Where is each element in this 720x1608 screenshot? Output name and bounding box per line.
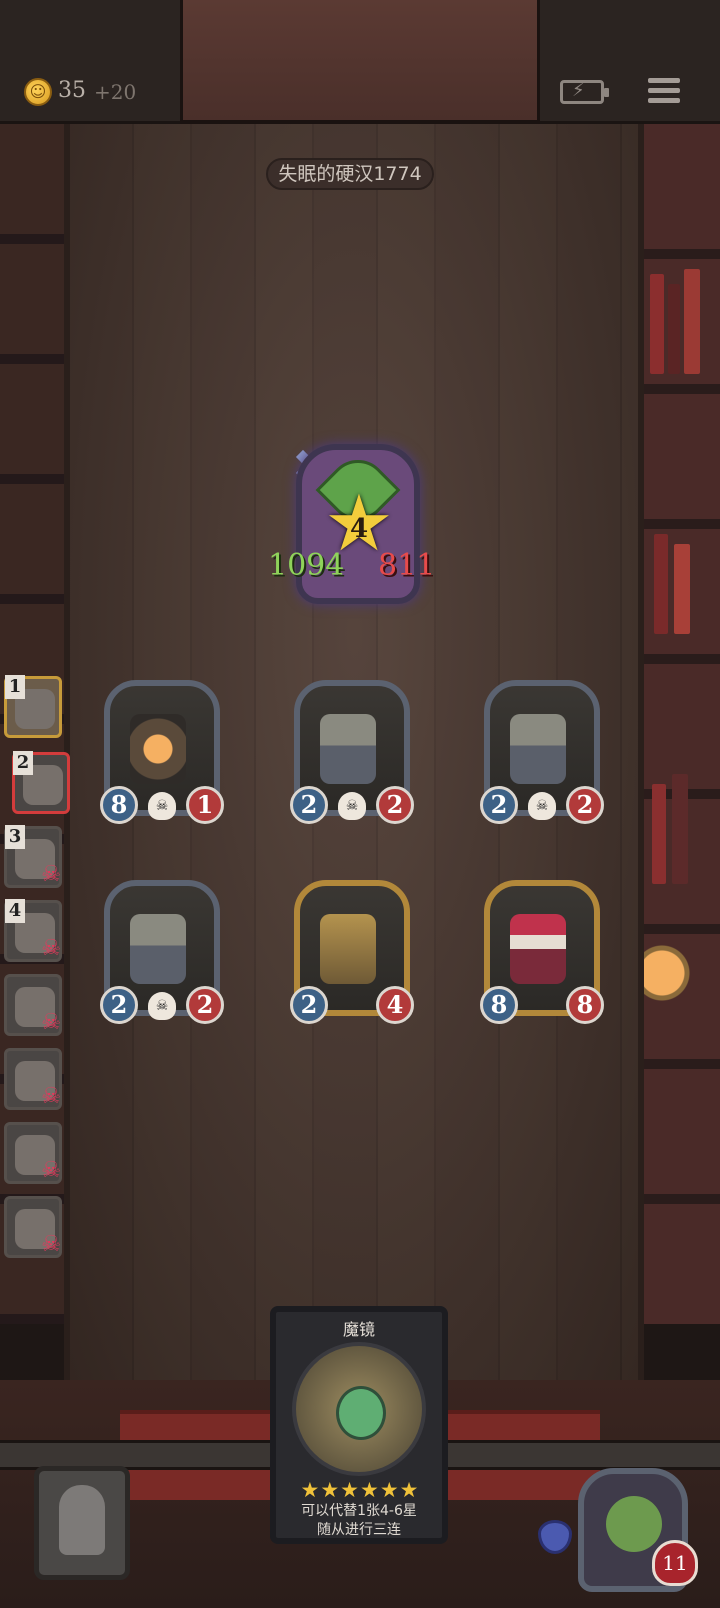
rank-number: 4 (5, 899, 25, 923)
coin-count: 35 (58, 78, 86, 103)
rank-number: 3 (5, 825, 25, 849)
rank-slot-3[interactable]: 3 ☠ (4, 825, 62, 888)
rank-slot-6[interactable]: ☠ (4, 1048, 62, 1110)
skull-icon: ☠ (41, 1010, 61, 1035)
minion-bell-robot[interactable]: 2 ☠ 2 (290, 680, 414, 830)
jester-icon (510, 914, 566, 984)
opponent-name: 失眠的硬汉1774 (266, 158, 434, 190)
minion-bell-robot[interactable]: 2 ☠ 2 (480, 680, 604, 830)
rank-number: 1 (5, 675, 25, 699)
coin-icon: ☺ (24, 78, 52, 106)
helmet-button[interactable] (34, 1466, 130, 1580)
minion-attack: 8 (480, 986, 518, 1024)
minion-attack: 2 (100, 986, 138, 1024)
minion-health: 8 (566, 986, 604, 1024)
rank-slot-4[interactable]: 4 ☠ (4, 899, 62, 962)
magic-mirror-card[interactable]: 魔镜 ★★★★★★ 可以代替1张4-6星 随从进行三连 (270, 1306, 448, 1544)
rank-slot-8[interactable]: ☠ (4, 1196, 62, 1258)
rank-slot-2[interactable]: 2 (12, 751, 70, 814)
skull-icon: ☠ (41, 1232, 61, 1257)
rank-slot-1[interactable]: 1 (4, 675, 62, 738)
player-avatar (606, 1496, 662, 1552)
card-description: 可以代替1张4-6星 随从进行三连 (280, 1502, 438, 1540)
card-desc-line-2: 随从进行三连 (317, 1522, 401, 1538)
skull-icon: ☠ (41, 936, 61, 961)
card-art (292, 1342, 426, 1476)
card-title: 魔镜 (342, 1320, 375, 1339)
hero-health: 811 (378, 548, 436, 583)
minion-attack: 8 (100, 786, 138, 824)
skull-icon: ☠ (41, 1158, 61, 1183)
card-stars: ★★★★★★ (300, 1478, 420, 1502)
skull-icon: ☠ (148, 792, 176, 820)
minion-bell-robot[interactable]: 2 ☠ 2 (100, 880, 224, 1030)
hero-attack: 1094 (268, 548, 345, 583)
top-notch (180, 0, 540, 124)
minion-health: 2 (566, 786, 604, 824)
battery-icon: ⚡ (560, 80, 609, 104)
player-health: 11 (652, 1540, 698, 1586)
minion-health: 4 (376, 986, 414, 1024)
helmet-icon (59, 1485, 105, 1555)
robot-icon (510, 714, 566, 784)
rank-slot-7[interactable]: ☠ (4, 1122, 62, 1184)
robot-icon (130, 914, 186, 984)
skull-icon: ☠ (148, 992, 176, 1020)
skull-icon: ☠ (338, 792, 366, 820)
coin-income: +20 (94, 80, 137, 104)
rank-slot-5[interactable]: ☠ (4, 974, 62, 1036)
hero-level: 4 (350, 514, 369, 544)
menu-icon[interactable] (648, 78, 680, 106)
minion-lantern[interactable]: 8 ☠ 1 (100, 680, 224, 830)
minion-antenna-robot[interactable]: 2 4 (290, 880, 414, 1030)
skull-icon: ☠ (41, 1084, 61, 1109)
minion-attack: 2 (290, 986, 328, 1024)
mirror-icon (336, 1386, 386, 1440)
skull-icon: ☠ (41, 862, 61, 887)
card-desc-line-1: 可以代替1张4-6星 (301, 1503, 417, 1519)
game-screen: { "header": { "coin_icon": "coin-icon", … (0, 0, 720, 1608)
minion-attack: 2 (290, 786, 328, 824)
minion-health: 2 (186, 986, 224, 1024)
right-bookshelf (644, 124, 720, 1324)
rank-number: 2 (13, 751, 33, 775)
lantern-icon (130, 714, 186, 784)
minion-health: 1 (186, 786, 224, 824)
minion-attack: 2 (480, 786, 518, 824)
minion-jester[interactable]: 8 8 (480, 880, 604, 1030)
robot-icon (320, 714, 376, 784)
skull-icon: ☠ (528, 792, 556, 820)
minion-health: 2 (376, 786, 414, 824)
robot-icon (320, 914, 376, 984)
